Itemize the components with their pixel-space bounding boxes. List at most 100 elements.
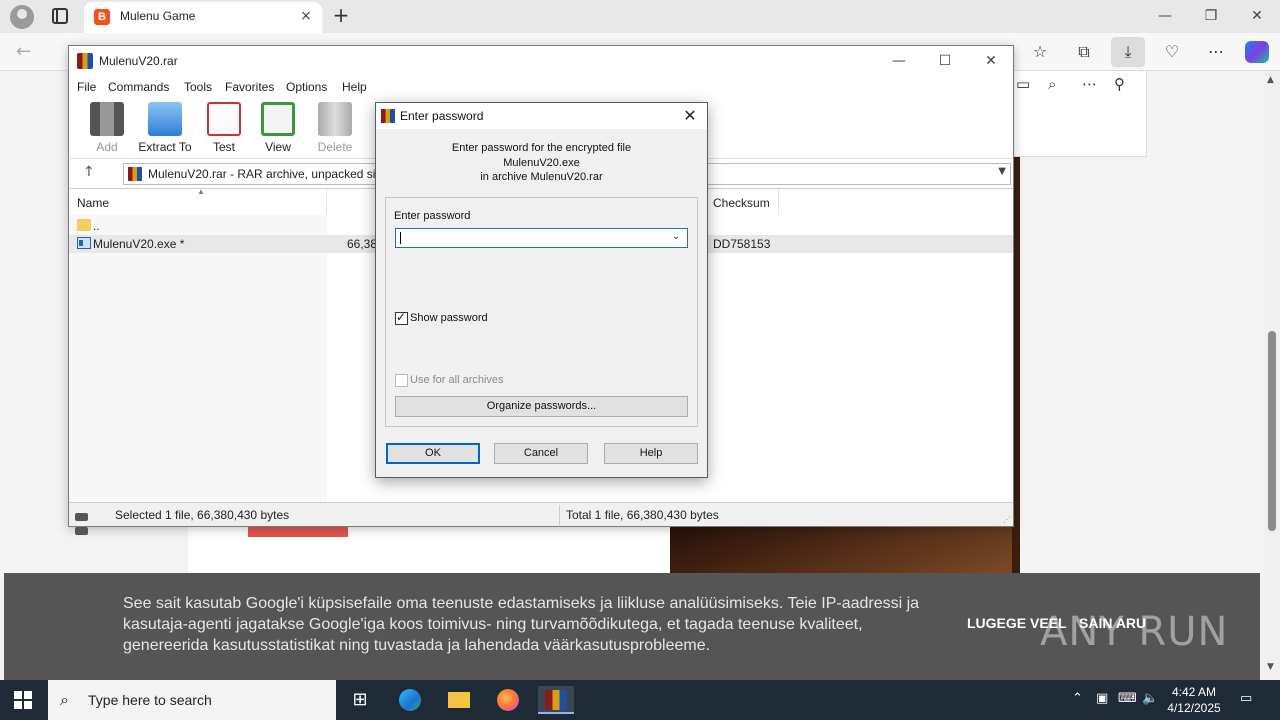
- use-for-all-label[interactable]: Use for all archives: [410, 374, 504, 386]
- file-explorer-icon[interactable]: [441, 686, 477, 714]
- chevron-down-icon[interactable]: ⌄: [672, 231, 680, 242]
- chevron-down-icon[interactable]: ▼: [998, 166, 1006, 177]
- message-line-2: MulenuV20.exe: [503, 156, 580, 169]
- winrar-titlebar[interactable]: MulenuV20.rar — ☐ ✕: [69, 46, 1013, 76]
- show-password-checkbox[interactable]: [395, 310, 408, 325]
- view-icon: [261, 102, 295, 136]
- password-input[interactable]: [395, 228, 688, 248]
- winrar-logo-icon: [381, 109, 395, 123]
- downloads-panel-partial: ▭ ⌕ ⋯ ⚲: [1005, 71, 1147, 157]
- clock-date: 4/12/2025: [1167, 701, 1221, 715]
- scroll-down-icon[interactable]: ▼: [1267, 662, 1274, 672]
- menu-file[interactable]: File: [77, 80, 96, 94]
- toolbar-extract-button[interactable]: Extract To: [138, 102, 192, 156]
- downloads-icon[interactable]: ⤓: [1111, 37, 1145, 67]
- new-tab-button[interactable]: +: [330, 4, 352, 26]
- cookie-text: See sait kasutab Google'i küpsisefaile o…: [123, 595, 920, 654]
- sort-ascending-icon: ▲: [197, 187, 205, 196]
- search-downloads-icon[interactable]: ⌕: [1048, 75, 1056, 93]
- toolbar-view-button[interactable]: View: [251, 102, 305, 156]
- firefox-icon[interactable]: [490, 686, 526, 714]
- scroll-thumb[interactable]: [1268, 331, 1276, 531]
- browser-close-button[interactable]: ✕: [1242, 4, 1272, 28]
- collections-icon[interactable]: ⧉: [1072, 41, 1096, 63]
- show-password-label[interactable]: Show password: [410, 312, 488, 324]
- menu-favorites[interactable]: Favorites: [225, 80, 274, 94]
- winrar-minimize-button[interactable]: —: [879, 50, 919, 72]
- taskbar-search[interactable]: ⌕ Type here to search: [48, 680, 336, 720]
- menu-help[interactable]: Help: [342, 80, 367, 94]
- notifications-icon[interactable]: ▭: [1240, 691, 1252, 706]
- tray-device-icon[interactable]: ▣: [1096, 691, 1108, 706]
- tab-actions-icon[interactable]: [52, 8, 68, 24]
- downloads-more-icon[interactable]: ⋯: [1082, 75, 1097, 93]
- browser-tab-bar: B Mulenu Game × + — ❐ ✕: [0, 0, 1280, 33]
- page-scrollbar[interactable]: ▲ ▼: [1264, 71, 1280, 680]
- password-group: Enter password ⌄ Show password Use for a…: [385, 197, 698, 427]
- column-name-header[interactable]: Name ▲: [69, 187, 327, 215]
- blogger-favicon-icon: B: [94, 9, 110, 25]
- organize-passwords-button[interactable]: Organize passwords...: [395, 396, 688, 417]
- tray-chevron-up-icon[interactable]: ⌃: [1072, 691, 1083, 706]
- dialog-close-button[interactable]: ✕: [679, 105, 701, 127]
- profile-avatar-icon[interactable]: [10, 5, 34, 29]
- rar-archive-icon: [128, 167, 142, 181]
- path-text: MulenuV20.rar - RAR archive, unpacked si…: [148, 167, 389, 181]
- browser-essentials-icon[interactable]: ♡: [1160, 41, 1184, 63]
- column-checksum-header[interactable]: Checksum: [705, 189, 779, 215]
- tab-mulenu-game[interactable]: B Mulenu Game ×: [84, 2, 322, 33]
- delete-icon: [318, 102, 352, 136]
- ok-button[interactable]: OK: [386, 443, 480, 464]
- help-button[interactable]: Help: [604, 443, 698, 464]
- row-name: ..: [93, 219, 100, 233]
- winrar-maximize-button[interactable]: ☐: [925, 50, 965, 72]
- back-arrow-icon[interactable]: ←: [16, 41, 31, 62]
- message-line-1: Enter password for the encrypted file: [451, 142, 632, 154]
- tab-close-icon[interactable]: ×: [298, 8, 314, 24]
- windows-taskbar: ⌕ Type here to search ⊞ ⌃ ▣ ⌨ 🔈 4:42 AM …: [0, 680, 1280, 720]
- winrar-logo-icon: [77, 53, 93, 69]
- scroll-up-icon[interactable]: ▲: [1267, 75, 1274, 85]
- toolbar-add-button[interactable]: Add: [80, 102, 134, 156]
- clock-time: 4:42 AM: [1171, 685, 1217, 699]
- test-icon: [207, 102, 241, 136]
- favorites-icon[interactable]: ☆: [1028, 41, 1052, 63]
- copilot-icon[interactable]: [1245, 41, 1269, 63]
- menu-commands[interactable]: Commands: [108, 80, 169, 94]
- browser-minimize-button[interactable]: —: [1150, 4, 1180, 28]
- more-menu-icon[interactable]: ⋯: [1204, 41, 1228, 63]
- edge-icon[interactable]: [392, 686, 428, 714]
- dialog-titlebar[interactable]: Enter password ✕: [376, 103, 707, 129]
- search-placeholder: Type here to search: [88, 692, 212, 708]
- folder-icon: [77, 219, 91, 231]
- winrar-taskbar-icon[interactable]: [538, 686, 574, 714]
- menu-options[interactable]: Options: [286, 80, 327, 94]
- winrar-title: MulenuV20.rar: [99, 54, 178, 68]
- up-folder-icon[interactable]: ↑: [83, 164, 95, 180]
- taskbar-clock[interactable]: 4:42 AM 4/12/2025: [1162, 684, 1226, 716]
- text-caret: [400, 232, 401, 244]
- add-icon: [90, 102, 124, 136]
- start-button[interactable]: [14, 691, 32, 709]
- resize-grip-icon[interactable]: ⋰: [1003, 515, 1011, 524]
- row-name: MulenuV20.exe *: [93, 237, 185, 251]
- open-folder-icon[interactable]: ▭: [1016, 75, 1030, 93]
- toolbar-test-label: Test: [212, 140, 235, 154]
- use-for-all-checkbox[interactable]: [395, 374, 408, 387]
- status-total: Total 1 file, 66,380,430 bytes: [566, 508, 719, 522]
- menu-tools[interactable]: Tools: [184, 80, 212, 94]
- task-view-icon[interactable]: ⊞: [342, 686, 378, 714]
- cancel-button[interactable]: Cancel: [494, 443, 588, 464]
- volume-icon[interactable]: 🔈: [1142, 691, 1158, 706]
- toolbar-test-button[interactable]: Test: [197, 102, 251, 156]
- column-checksum-label: Checksum: [713, 196, 770, 210]
- drive-icon: [75, 510, 105, 535]
- network-icon[interactable]: ⌨: [1118, 691, 1137, 706]
- dialog-message: Enter password for the encrypted file Mu…: [376, 141, 707, 185]
- toolbar-add-label: Add: [96, 140, 118, 154]
- browser-maximize-button[interactable]: ❐: [1196, 4, 1226, 28]
- winrar-close-button[interactable]: ✕: [971, 50, 1011, 72]
- list-empty-area: [69, 215, 327, 503]
- pin-icon[interactable]: ⚲: [1114, 75, 1125, 93]
- toolbar-delete-button[interactable]: Delete: [308, 102, 362, 156]
